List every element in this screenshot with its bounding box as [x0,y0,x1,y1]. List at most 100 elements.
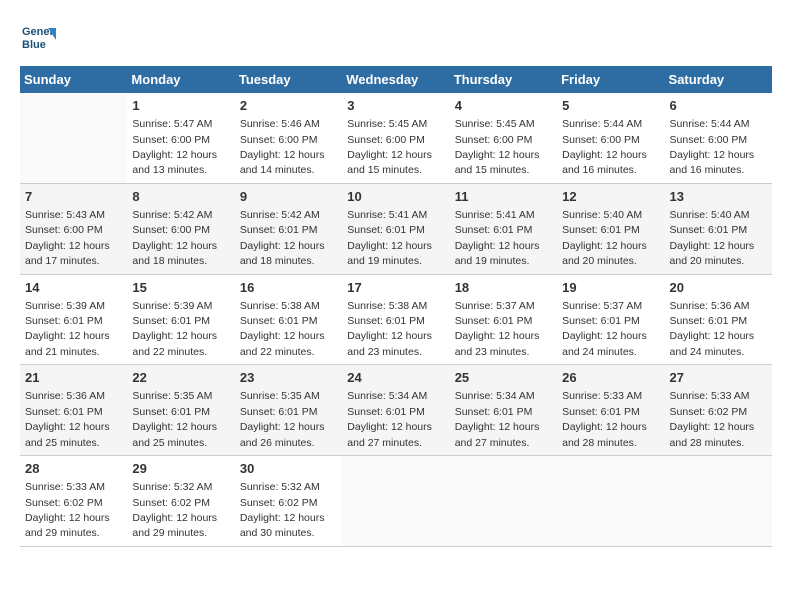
day-number: 8 [132,188,229,206]
calendar-day-cell: 18 Sunrise: 5:37 AM Sunset: 6:01 PM Dayli… [450,274,557,365]
calendar-day-cell: 17 Sunrise: 5:38 AM Sunset: 6:01 PM Dayli… [342,274,449,365]
calendar-day-cell: 5 Sunrise: 5:44 AM Sunset: 6:00 PM Daylig… [557,93,664,183]
calendar-day-cell: 21 Sunrise: 5:36 AM Sunset: 6:01 PM Dayli… [20,365,127,456]
day-number: 11 [455,188,552,206]
day-number: 21 [25,369,122,387]
day-number: 12 [562,188,659,206]
calendar-day-cell: 12 Sunrise: 5:40 AM Sunset: 6:01 PM Dayli… [557,183,664,274]
page-header: General Blue [20,20,772,56]
day-number: 24 [347,369,444,387]
calendar-day-cell: 24 Sunrise: 5:34 AM Sunset: 6:01 PM Dayli… [342,365,449,456]
calendar-empty-cell [20,93,127,183]
calendar-day-cell: 11 Sunrise: 5:41 AM Sunset: 6:01 PM Dayli… [450,183,557,274]
calendar-week-row: 14 Sunrise: 5:39 AM Sunset: 6:01 PM Dayli… [20,274,772,365]
day-info: Sunrise: 5:35 AM Sunset: 6:01 PM Dayligh… [132,390,217,448]
day-info: Sunrise: 5:44 AM Sunset: 6:00 PM Dayligh… [562,118,647,176]
calendar-day-cell: 20 Sunrise: 5:36 AM Sunset: 6:01 PM Dayli… [665,274,772,365]
day-number: 20 [670,279,767,297]
calendar-day-cell: 23 Sunrise: 5:35 AM Sunset: 6:01 PM Dayli… [235,365,342,456]
calendar-empty-cell [557,456,664,547]
day-info: Sunrise: 5:46 AM Sunset: 6:00 PM Dayligh… [240,118,325,176]
svg-text:Blue: Blue [22,39,46,51]
day-number: 19 [562,279,659,297]
day-number: 14 [25,279,122,297]
day-number: 5 [562,97,659,115]
calendar-day-cell: 14Sunrise: 5:39 AM Sunset: 6:01 PM Dayli… [20,274,127,365]
day-info: Sunrise: 5:47 AM Sunset: 6:00 PM Dayligh… [132,118,217,176]
day-number: 30 [240,460,337,478]
day-number: 27 [670,369,767,387]
day-number: 17 [347,279,444,297]
calendar-table: SundayMondayTuesdayWednesdayThursdayFrid… [20,66,772,547]
day-info: Sunrise: 5:38 AM Sunset: 6:01 PM Dayligh… [347,300,432,358]
calendar-day-cell: 10Sunrise: 5:41 AM Sunset: 6:01 PM Dayli… [342,183,449,274]
day-info: Sunrise: 5:42 AM Sunset: 6:00 PM Dayligh… [132,209,217,267]
day-info: Sunrise: 5:38 AM Sunset: 6:01 PM Dayligh… [240,300,325,358]
header-sunday: Sunday [20,66,127,93]
day-number: 23 [240,369,337,387]
day-info: Sunrise: 5:32 AM Sunset: 6:02 PM Dayligh… [132,481,217,539]
day-info: Sunrise: 5:43 AM Sunset: 6:00 PM Dayligh… [25,209,110,267]
day-number: 7 [25,188,122,206]
day-info: Sunrise: 5:36 AM Sunset: 6:01 PM Dayligh… [25,390,110,448]
header-friday: Friday [557,66,664,93]
day-number: 13 [670,188,767,206]
calendar-day-cell: 28 Sunrise: 5:33 AM Sunset: 6:02 PM Dayli… [20,456,127,547]
calendar-day-cell: 13Sunrise: 5:40 AM Sunset: 6:01 PM Dayli… [665,183,772,274]
calendar-day-cell: 29Sunrise: 5:32 AM Sunset: 6:02 PM Dayli… [127,456,234,547]
day-number: 1 [132,97,229,115]
day-number: 25 [455,369,552,387]
day-number: 28 [25,460,122,478]
calendar-empty-cell [342,456,449,547]
day-info: Sunrise: 5:41 AM Sunset: 6:01 PM Dayligh… [455,209,540,267]
calendar-day-cell: 22 Sunrise: 5:35 AM Sunset: 6:01 PM Dayli… [127,365,234,456]
day-number: 26 [562,369,659,387]
day-info: Sunrise: 5:42 AM Sunset: 6:01 PM Dayligh… [240,209,325,267]
day-info: Sunrise: 5:45 AM Sunset: 6:00 PM Dayligh… [455,118,540,176]
calendar-day-cell: 16 Sunrise: 5:38 AM Sunset: 6:01 PM Dayli… [235,274,342,365]
day-info: Sunrise: 5:45 AM Sunset: 6:00 PM Dayligh… [347,118,432,176]
calendar-day-cell: 6 Sunrise: 5:44 AM Sunset: 6:00 PM Daylig… [665,93,772,183]
header-thursday: Thursday [450,66,557,93]
day-info: Sunrise: 5:33 AM Sunset: 6:02 PM Dayligh… [25,481,110,539]
calendar-empty-cell [665,456,772,547]
day-number: 9 [240,188,337,206]
calendar-week-row: 21 Sunrise: 5:36 AM Sunset: 6:01 PM Dayli… [20,365,772,456]
calendar-week-row: 28 Sunrise: 5:33 AM Sunset: 6:02 PM Dayli… [20,456,772,547]
day-info: Sunrise: 5:44 AM Sunset: 6:00 PM Dayligh… [670,118,755,176]
day-number: 18 [455,279,552,297]
day-info: Sunrise: 5:36 AM Sunset: 6:01 PM Dayligh… [670,300,755,358]
day-number: 6 [670,97,767,115]
day-number: 22 [132,369,229,387]
header-tuesday: Tuesday [235,66,342,93]
logo-icon: General Blue [20,20,56,56]
calendar-header-row: SundayMondayTuesdayWednesdayThursdayFrid… [20,66,772,93]
day-info: Sunrise: 5:37 AM Sunset: 6:01 PM Dayligh… [455,300,540,358]
day-info: Sunrise: 5:35 AM Sunset: 6:01 PM Dayligh… [240,390,325,448]
day-number: 2 [240,97,337,115]
day-info: Sunrise: 5:33 AM Sunset: 6:02 PM Dayligh… [670,390,755,448]
day-number: 15 [132,279,229,297]
calendar-day-cell: 25 Sunrise: 5:34 AM Sunset: 6:01 PM Dayli… [450,365,557,456]
calendar-day-cell: 7 Sunrise: 5:43 AM Sunset: 6:00 PM Daylig… [20,183,127,274]
calendar-day-cell: 1 Sunrise: 5:47 AM Sunset: 6:00 PM Daylig… [127,93,234,183]
calendar-day-cell: 15 Sunrise: 5:39 AM Sunset: 6:01 PM Dayli… [127,274,234,365]
day-number: 3 [347,97,444,115]
day-info: Sunrise: 5:34 AM Sunset: 6:01 PM Dayligh… [347,390,432,448]
calendar-day-cell: 30Sunrise: 5:32 AM Sunset: 6:02 PM Dayli… [235,456,342,547]
header-saturday: Saturday [665,66,772,93]
calendar-day-cell: 2 Sunrise: 5:46 AM Sunset: 6:00 PM Daylig… [235,93,342,183]
calendar-day-cell: 27 Sunrise: 5:33 AM Sunset: 6:02 PM Dayli… [665,365,772,456]
calendar-day-cell: 3 Sunrise: 5:45 AM Sunset: 6:00 PM Daylig… [342,93,449,183]
header-monday: Monday [127,66,234,93]
calendar-week-row: 1 Sunrise: 5:47 AM Sunset: 6:00 PM Daylig… [20,93,772,183]
day-info: Sunrise: 5:39 AM Sunset: 6:01 PM Dayligh… [132,300,217,358]
day-info: Sunrise: 5:34 AM Sunset: 6:01 PM Dayligh… [455,390,540,448]
calendar-empty-cell [450,456,557,547]
day-info: Sunrise: 5:40 AM Sunset: 6:01 PM Dayligh… [562,209,647,267]
header-wednesday: Wednesday [342,66,449,93]
day-number: 16 [240,279,337,297]
calendar-week-row: 7 Sunrise: 5:43 AM Sunset: 6:00 PM Daylig… [20,183,772,274]
calendar-day-cell: 9 Sunrise: 5:42 AM Sunset: 6:01 PM Daylig… [235,183,342,274]
day-info: Sunrise: 5:41 AM Sunset: 6:01 PM Dayligh… [347,209,432,267]
